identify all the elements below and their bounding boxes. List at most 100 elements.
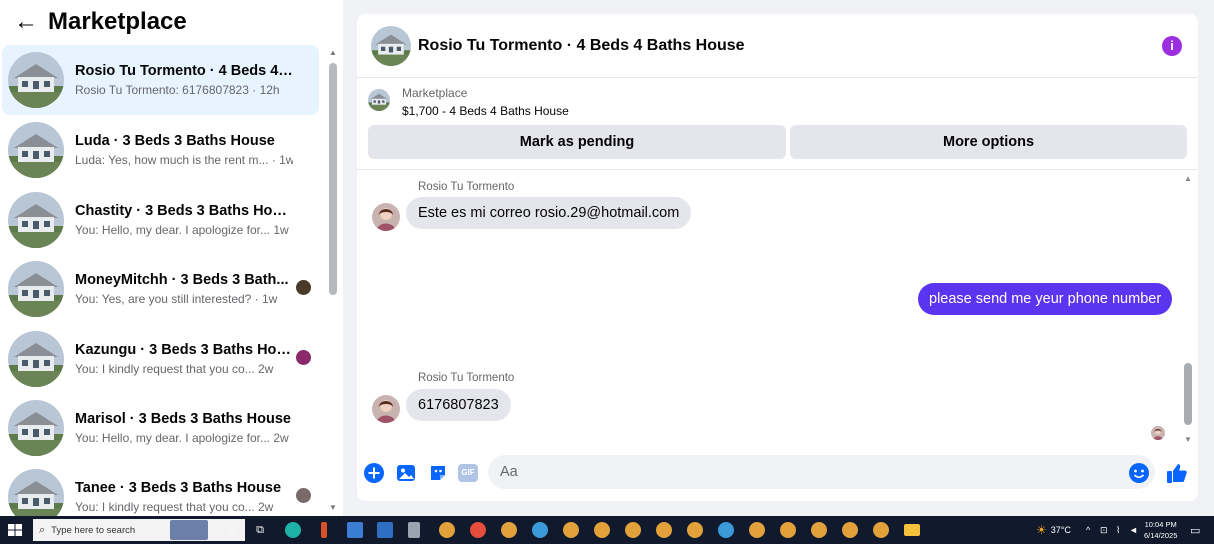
- task-view-icon[interactable]: ⧉: [252, 522, 268, 538]
- sticker-icon[interactable]: [428, 463, 448, 483]
- search-icon: ⌕: [39, 523, 46, 536]
- message-bubble[interactable]: 6176807823: [406, 389, 511, 421]
- chat-panel: Rosio Tu Tormento · 4 Beds 4 Baths House…: [357, 14, 1198, 501]
- chat-scrollbar[interactable]: ▲ ▼: [1182, 174, 1194, 444]
- scroll-up-icon[interactable]: ▲: [329, 48, 337, 57]
- thumbs-up-icon[interactable]: [1165, 461, 1189, 485]
- weather-widget[interactable]: ☀ 37°C: [1036, 516, 1071, 544]
- listing-thumbnail: [8, 400, 64, 456]
- volume-icon[interactable]: ◄: [1129, 516, 1138, 544]
- mark-as-pending-button[interactable]: Mark as pending: [368, 125, 786, 159]
- conversation-preview: Rosio Tu Tormento: 6176807823 · 12h: [75, 83, 280, 97]
- sidebar-title: Marketplace: [48, 8, 187, 35]
- message-bubble[interactable]: Este es mi correo rosio.29@hotmail.com: [406, 197, 692, 229]
- chrome-icon[interactable]: [439, 522, 455, 538]
- image-icon[interactable]: [396, 463, 416, 483]
- read-receipt-avatar: [296, 350, 311, 365]
- listing-thumbnail: [8, 469, 64, 516]
- conversation-item[interactable]: Kazungu · 3 Beds 3 Baths Hou... You: I k…: [2, 324, 319, 394]
- scroll-up-icon[interactable]: ▲: [1184, 174, 1192, 183]
- conversation-preview: You: Hello, my dear. I apologize for... …: [75, 223, 289, 237]
- store-icon[interactable]: [347, 522, 363, 538]
- conversation-preview: You: Hello, my dear. I apologize for... …: [75, 431, 289, 445]
- conversation-name: MoneyMitchh · 3 Beds 3 Bath...: [75, 272, 289, 288]
- app-icon[interactable]: [321, 522, 327, 538]
- listing-thumbnail: [8, 52, 64, 108]
- chrome-icon[interactable]: [780, 522, 796, 538]
- wifi-icon[interactable]: ⌇: [1116, 516, 1120, 544]
- sidebar-header: ← Marketplace: [0, 0, 343, 44]
- chat-header: Rosio Tu Tormento · 4 Beds 4 Baths House…: [357, 14, 1198, 78]
- listing-thumbnail: [8, 192, 64, 248]
- plus-circle-icon[interactable]: [364, 463, 384, 483]
- message-bubble-outgoing[interactable]: please send me yeur phone number: [918, 283, 1173, 315]
- marketplace-label: Marketplace: [402, 86, 468, 100]
- conversation-item[interactable]: Luda · 3 Beds 3 Baths House Luda: Yes, h…: [2, 115, 319, 185]
- read-receipt-avatar: [296, 488, 311, 503]
- system-clock[interactable]: 10:04 PM 6/14/2025: [1144, 519, 1177, 541]
- network-icon[interactable]: ⊡: [1100, 516, 1108, 544]
- chrome-icon[interactable]: [842, 522, 858, 538]
- listing-summary[interactable]: Marketplace $1,700 - 4 Beds 4 Baths Hous…: [368, 86, 569, 118]
- file-explorer-icon[interactable]: [904, 524, 920, 536]
- conversation-item[interactable]: Chastity · 3 Beds 3 Baths House You: Hel…: [2, 185, 319, 255]
- chrome-icon[interactable]: [811, 522, 827, 538]
- scroll-down-icon[interactable]: ▼: [329, 503, 337, 512]
- listing-price: $1,700 - 4 Beds 4 Baths House: [402, 104, 569, 118]
- avatar[interactable]: [372, 203, 400, 231]
- message-input[interactable]: [488, 455, 1155, 489]
- conversation-preview: You: I kindly request that you co... 2w: [75, 362, 274, 376]
- calculator-icon[interactable]: [408, 522, 420, 538]
- gif-icon[interactable]: GIF: [458, 464, 478, 482]
- cortana-icon[interactable]: ○: [224, 522, 240, 538]
- conversation-item[interactable]: Rosio Tu Tormento · 4 Beds 4 Ba... Rosio…: [2, 45, 319, 115]
- avatar[interactable]: [372, 395, 400, 423]
- chrome-icon[interactable]: [656, 522, 672, 538]
- chrome-icon[interactable]: [470, 522, 486, 538]
- chrome-icon[interactable]: [873, 522, 889, 538]
- conversation-name: Kazungu · 3 Beds 3 Baths Hou...: [75, 342, 293, 358]
- conversation-item[interactable]: Marisol · 3 Beds 3 Baths House You: Hell…: [2, 393, 319, 463]
- windows-taskbar: ⌕ Type here to search ○ ⧉ ☀ 37°C ^ ⊡ ⌇ ◄…: [0, 516, 1214, 544]
- notification-icon[interactable]: ▭: [1190, 516, 1200, 544]
- arrow-left-icon[interactable]: ←: [14, 10, 44, 34]
- chat-title[interactable]: Rosio Tu Tormento · 4 Beds 4 Baths House: [418, 37, 745, 55]
- conversation-item[interactable]: Tanee · 3 Beds 3 Baths House You: I kind…: [2, 462, 319, 516]
- conversation-name: Rosio Tu Tormento · 4 Beds 4 Ba...: [75, 63, 293, 79]
- chrome-icon[interactable]: [532, 522, 548, 538]
- listing-thumbnail: [8, 261, 64, 317]
- chrome-icon[interactable]: [625, 522, 641, 538]
- listing-thumbnail: [8, 331, 64, 387]
- conversation-name: Tanee · 3 Beds 3 Baths House: [75, 480, 282, 496]
- emoji-icon[interactable]: [1128, 462, 1150, 484]
- sender-name: Rosio Tu Tormento: [418, 181, 515, 193]
- mail-icon[interactable]: [377, 522, 393, 538]
- taskbar-search-box[interactable]: ⌕ Type here to search: [33, 519, 245, 541]
- scrollbar-thumb[interactable]: [329, 63, 337, 295]
- chrome-icon[interactable]: [501, 522, 517, 538]
- sender-name: Rosio Tu Tormento: [418, 372, 515, 384]
- clock-date: 6/14/2025: [1144, 531, 1178, 540]
- more-options-button[interactable]: More options: [790, 125, 1187, 159]
- listing-thumbnail[interactable]: [371, 26, 411, 66]
- listing-thumbnail: [368, 89, 390, 111]
- chrome-icon[interactable]: [749, 522, 765, 538]
- scrollbar-thumb[interactable]: [1184, 363, 1192, 425]
- chrome-icon[interactable]: [687, 522, 703, 538]
- message-composer: GIF: [357, 452, 1198, 494]
- chrome-icon[interactable]: [594, 522, 610, 538]
- edge-icon[interactable]: [285, 522, 301, 538]
- conversation-item[interactable]: MoneyMitchh · 3 Beds 3 Bath... You: Yes,…: [2, 254, 319, 324]
- info-icon[interactable]: i: [1162, 36, 1182, 56]
- scroll-down-icon[interactable]: ▼: [1184, 435, 1192, 444]
- windows-start-icon[interactable]: [8, 524, 22, 536]
- conversation-name: Chastity · 3 Beds 3 Baths House: [75, 203, 293, 219]
- divider: [357, 169, 1198, 170]
- sidebar-scrollbar[interactable]: ▲ ▼: [328, 48, 338, 512]
- conversation-list: Rosio Tu Tormento · 4 Beds 4 Ba... Rosio…: [0, 44, 325, 516]
- chrome-icon[interactable]: [563, 522, 579, 538]
- search-highlight-icon[interactable]: [170, 520, 208, 540]
- chevron-up-icon[interactable]: ^: [1086, 516, 1090, 544]
- chrome-icon[interactable]: [718, 522, 734, 538]
- clock-time: 10:04 PM: [1144, 520, 1177, 529]
